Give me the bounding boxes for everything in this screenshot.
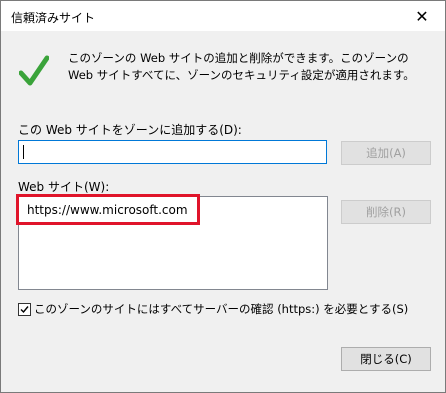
checkbox-check-icon — [20, 306, 29, 314]
remove-button[interactable]: 削除(R) — [341, 200, 431, 224]
https-checkbox-label[interactable]: このゾーンのサイトにはすべてサーバーの確認 (https:) を必要とする(S) — [34, 301, 408, 317]
close-button[interactable]: 閉じる(C) — [341, 347, 431, 371]
highlight-annotation — [16, 194, 200, 225]
window-title: 信頼済みサイト — [11, 11, 96, 25]
websites-label: Web サイト(W): — [18, 180, 110, 194]
add-button[interactable]: 追加(A) — [341, 141, 431, 165]
trusted-sites-dialog: 信頼済みサイト ✕ このゾーンの Web サイトの追加と削除ができます。このゾー… — [0, 0, 446, 393]
zone-description: このゾーンの Web サイトの追加と削除ができます。このゾーンの Web サイト… — [68, 51, 415, 82]
close-icon[interactable]: ✕ — [399, 1, 445, 31]
checkmark-icon — [19, 55, 49, 86]
add-site-input[interactable] — [18, 140, 327, 164]
add-site-label: この Web サイトをゾーンに追加する(D): — [18, 123, 242, 137]
https-checkbox[interactable] — [18, 303, 31, 316]
text-caret — [23, 145, 24, 159]
title-bar: 信頼済みサイト ✕ — [1, 1, 445, 31]
